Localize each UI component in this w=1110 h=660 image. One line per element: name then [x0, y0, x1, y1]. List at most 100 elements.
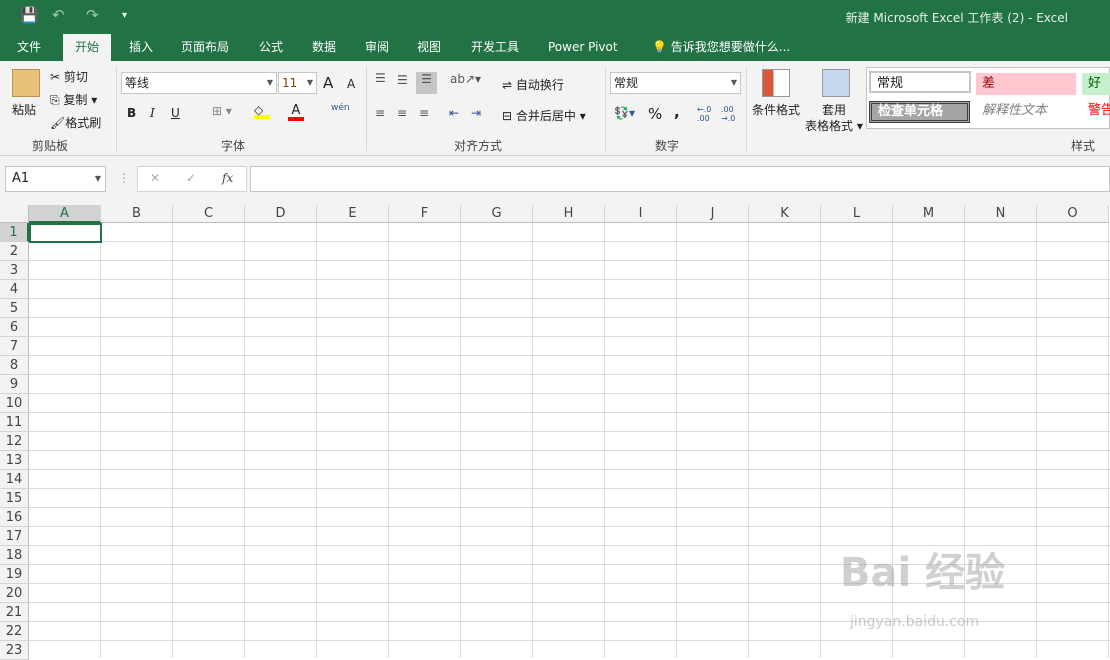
column-header-C[interactable]: C: [173, 205, 245, 223]
row-header-6[interactable]: 6: [0, 318, 29, 337]
tab-insert[interactable]: 插入: [117, 34, 165, 61]
row-header-1[interactable]: 1: [0, 223, 29, 242]
row-header-4[interactable]: 4: [0, 280, 29, 299]
row-header-22[interactable]: 22: [0, 622, 29, 641]
tab-formulas[interactable]: 公式: [247, 34, 295, 61]
insert-function-button[interactable]: fx: [222, 171, 233, 185]
tab-review[interactable]: 审阅: [353, 34, 401, 61]
wrap-text-button[interactable]: ⇌ 自动换行: [502, 76, 564, 93]
column-header-F[interactable]: F: [389, 205, 461, 223]
column-header-E[interactable]: E: [317, 205, 389, 223]
row-header-19[interactable]: 19: [0, 565, 29, 584]
row-header-16[interactable]: 16: [0, 508, 29, 527]
merge-center-button[interactable]: ⊟ 合并后居中 ▾: [502, 107, 586, 124]
row-header-14[interactable]: 14: [0, 470, 29, 489]
save-icon[interactable]: 💾: [20, 6, 39, 24]
row-header-21[interactable]: 21: [0, 603, 29, 622]
row-header-18[interactable]: 18: [0, 546, 29, 565]
tab-data[interactable]: 数据: [300, 34, 348, 61]
column-header-B[interactable]: B: [101, 205, 173, 223]
enter-icon[interactable]: ✓: [186, 171, 196, 185]
column-header-M[interactable]: M: [893, 205, 965, 223]
bold-button[interactable]: B: [127, 106, 136, 120]
font-size-select[interactable]: 11 ▼: [278, 72, 317, 94]
style-explanatory[interactable]: 解释性文本: [976, 100, 1076, 122]
column-header-I[interactable]: I: [605, 205, 677, 223]
column-header-A[interactable]: A: [29, 205, 101, 223]
font-color-button[interactable]: A: [288, 103, 304, 121]
cut-button[interactable]: ✂ 剪切: [50, 68, 88, 85]
style-bad[interactable]: 差: [976, 73, 1076, 95]
style-check-cell[interactable]: 检查单元格: [869, 101, 970, 123]
column-header-D[interactable]: D: [245, 205, 317, 223]
align-bottom-icon[interactable]: ☰: [416, 72, 437, 94]
row-header-5[interactable]: 5: [0, 299, 29, 318]
column-header-N[interactable]: N: [965, 205, 1037, 223]
tab-developer[interactable]: 开发工具: [459, 34, 531, 61]
customize-qat-icon[interactable]: ▾: [122, 10, 127, 21]
redo-icon[interactable]: ↷: [86, 6, 99, 24]
align-right-icon[interactable]: ≡: [419, 106, 429, 120]
underline-button[interactable]: U: [171, 106, 180, 120]
table-format-button[interactable]: 表格格式 ▾: [805, 117, 863, 134]
style-normal[interactable]: 常规: [869, 71, 971, 93]
row-header-7[interactable]: 7: [0, 337, 29, 356]
row-header-17[interactable]: 17: [0, 527, 29, 546]
paste-button[interactable]: 粘贴: [12, 101, 36, 118]
percent-button[interactable]: %: [648, 105, 662, 123]
orientation-icon[interactable]: ab↗▾: [450, 72, 481, 86]
row-header-3[interactable]: 3: [0, 261, 29, 280]
number-format-select[interactable]: 常规 ▼: [610, 72, 741, 94]
conditional-format-button[interactable]: 条件格式: [752, 101, 800, 118]
accounting-format-icon[interactable]: 💱▾: [614, 106, 635, 120]
font-name-select[interactable]: 等线 ▼: [121, 72, 277, 94]
table-format-line1[interactable]: 套用: [822, 101, 846, 118]
grow-font-button[interactable]: A: [323, 74, 333, 92]
select-all-button[interactable]: [0, 205, 29, 223]
row-header-10[interactable]: 10: [0, 394, 29, 413]
align-top-icon[interactable]: ☰: [375, 71, 386, 85]
column-header-J[interactable]: J: [677, 205, 749, 223]
style-warning[interactable]: 警告: [1082, 100, 1110, 122]
row-header-13[interactable]: 13: [0, 451, 29, 470]
decrease-decimal-button[interactable]: .00 →.0: [721, 105, 741, 123]
tab-file[interactable]: 文件: [5, 34, 53, 61]
borders-button[interactable]: ⊞ ▾: [212, 104, 232, 118]
fill-color-button[interactable]: ◇: [254, 103, 270, 119]
row-header-8[interactable]: 8: [0, 356, 29, 375]
active-cell[interactable]: [29, 223, 102, 243]
align-center-icon[interactable]: ≡: [397, 106, 407, 120]
tab-view[interactable]: 视图: [405, 34, 453, 61]
increase-decimal-button[interactable]: ←.0 .00: [697, 105, 717, 123]
paste-icon[interactable]: [12, 69, 40, 97]
italic-button[interactable]: I: [150, 106, 155, 120]
column-header-L[interactable]: L: [821, 205, 893, 223]
tell-me-search[interactable]: 💡 告诉我您想要做什么...: [640, 34, 802, 61]
row-header-23[interactable]: 23: [0, 641, 29, 660]
style-good[interactable]: 好: [1082, 73, 1110, 95]
column-header-K[interactable]: K: [749, 205, 821, 223]
increase-indent-icon[interactable]: ⇥: [471, 106, 481, 120]
copy-button[interactable]: ⎘ 复制 ▾: [50, 91, 97, 108]
align-middle-icon[interactable]: ☰: [397, 73, 408, 87]
name-box[interactable]: A1 ▼: [5, 166, 106, 192]
row-header-20[interactable]: 20: [0, 584, 29, 603]
phonetic-button[interactable]: wén: [331, 103, 350, 113]
column-header-O[interactable]: O: [1037, 205, 1109, 223]
row-header-11[interactable]: 11: [0, 413, 29, 432]
decrease-indent-icon[interactable]: ⇤: [449, 106, 459, 120]
row-header-15[interactable]: 15: [0, 489, 29, 508]
row-header-12[interactable]: 12: [0, 432, 29, 451]
column-header-H[interactable]: H: [533, 205, 605, 223]
row-header-9[interactable]: 9: [0, 375, 29, 394]
tab-power-pivot[interactable]: Power Pivot: [536, 34, 630, 61]
formula-input[interactable]: [250, 166, 1110, 192]
align-left-icon[interactable]: ≡: [375, 106, 385, 120]
format-painter-button[interactable]: 🖌格式刷: [50, 114, 101, 131]
tab-home[interactable]: 开始: [63, 34, 112, 61]
row-header-2[interactable]: 2: [0, 242, 29, 261]
cancel-icon[interactable]: ✕: [150, 171, 160, 185]
comma-button[interactable]: ,: [674, 103, 680, 121]
undo-icon[interactable]: ↶: [52, 6, 65, 24]
column-header-G[interactable]: G: [461, 205, 533, 223]
